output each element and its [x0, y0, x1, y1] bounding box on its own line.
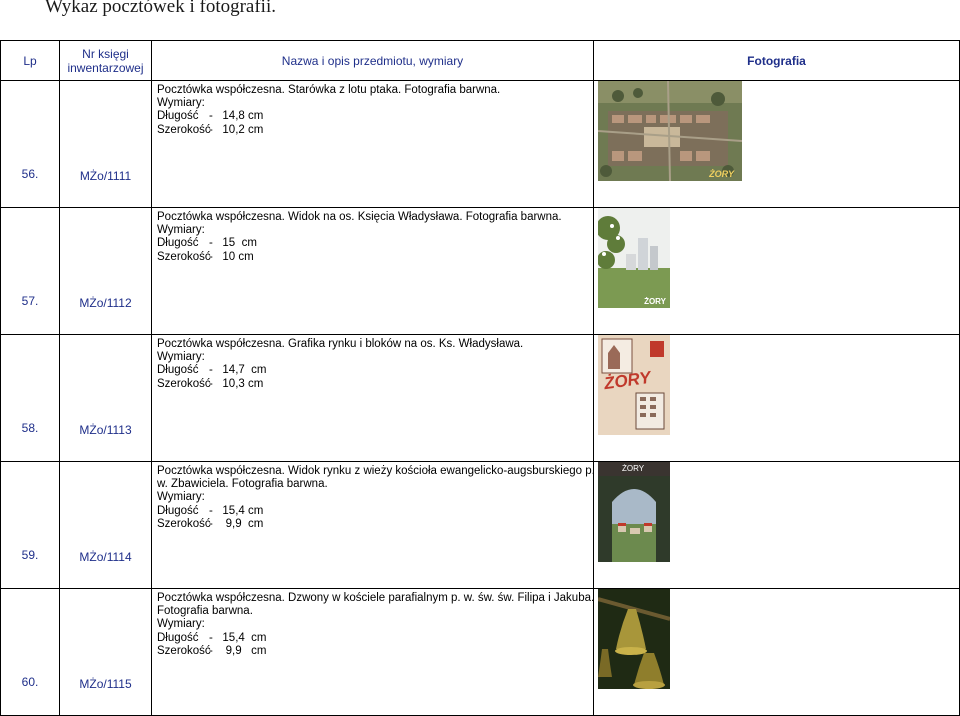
desc-line: w. Zbawiciela. Fotografia barwna.: [157, 478, 328, 491]
desc-wymiary: Wymiary:: [157, 618, 205, 631]
szerokosc-value: - 10 cm: [209, 250, 254, 263]
desc-line: Pocztówka współczesna. Starówka z lotu p…: [157, 84, 501, 96]
desc-line: Pocztówka współczesna. Widok na os. Księ…: [157, 211, 562, 223]
row-lp: 58.: [0, 334, 60, 462]
dlugosc-value: - 15,4 cm: [209, 631, 267, 644]
row-lp: 56.: [0, 80, 60, 208]
row-photo-cell: ŻORY: [593, 207, 960, 335]
szerokosc-label: Szerokość: [157, 250, 211, 263]
row-description: Pocztówka współczesna. Grafika rynku i b…: [151, 334, 594, 462]
dlugosc-value: - 14,7 cm: [209, 364, 267, 377]
szerokosc-value: - 10,3 cm: [209, 377, 264, 390]
row-description: Pocztówka współczesna. Widok rynku z wie…: [151, 461, 595, 589]
szerokosc-value: - 9,9 cm: [209, 517, 264, 530]
szerokosc-label: Szerokość: [157, 644, 211, 657]
table-row: 59. MŻo/1114 Pocztówka współczesna. Wido…: [0, 461, 960, 589]
table-row: 56. MŻo/1111 Pocztówka współczesna. Star…: [0, 80, 960, 208]
postcard-estate-photo: ŻORY: [598, 208, 670, 308]
desc-line: Pocztówka współczesna. Dzwony w kościele…: [157, 592, 595, 604]
dlugosc-label: Długość: [157, 504, 199, 517]
desc-line: Fotografia barwna.: [157, 605, 253, 618]
dlugosc-label: Długość: [157, 237, 199, 250]
row-nr: MŻo/1112: [59, 207, 152, 335]
inventory-table: Lp Nr księgi inwentarzowej Nazwa i opis …: [0, 40, 960, 716]
row-nr: MŻo/1111: [59, 80, 152, 208]
table-header-row: Lp Nr księgi inwentarzowej Nazwa i opis …: [0, 40, 960, 81]
desc-wymiary: Wymiary:: [157, 224, 205, 237]
dlugosc-label: Długość: [157, 364, 199, 377]
row-nr: MŻo/1113: [59, 334, 152, 462]
row-lp: 57.: [0, 207, 60, 335]
table-row: 58. MŻo/1113 Pocztówka współczesna. Graf…: [0, 334, 960, 462]
row-description: Pocztówka współczesna. Widok na os. Księ…: [151, 207, 594, 335]
header-photo: Fotografia: [593, 40, 960, 81]
desc-wymiary: Wymiary:: [157, 351, 205, 364]
desc-line: Pocztówka współczesna. Widok rynku z wie…: [157, 465, 595, 477]
photo-label: ŻORY: [644, 297, 666, 306]
dlugosc-value: - 14,8 cm: [209, 110, 264, 123]
header-desc: Nazwa i opis przedmiotu, wymiary: [151, 40, 594, 81]
postcard-graphic-photo: ŻORY: [598, 335, 670, 435]
szerokosc-label: Szerokość: [157, 377, 211, 390]
header-nr: Nr księgi inwentarzowej: [59, 40, 152, 81]
row-nr: MŻo/1115: [59, 588, 152, 716]
desc-wymiary: Wymiary:: [157, 491, 205, 504]
desc-line: Pocztówka współczesna. Grafika rynku i b…: [157, 338, 524, 350]
dlugosc-value: - 15 cm: [209, 237, 257, 250]
photo-label: ŻORY: [709, 169, 734, 179]
row-nr: MŻo/1114: [59, 461, 152, 589]
row-photo-cell: ŻORY: [593, 80, 960, 208]
szerokosc-label: Szerokość: [157, 123, 211, 136]
table-row: 57. MŻo/1112 Pocztówka współczesna. Wido…: [0, 207, 960, 335]
row-lp: 60.: [0, 588, 60, 716]
row-photo-cell: ŻORY: [593, 334, 960, 462]
photo-label: ŻORY: [622, 464, 645, 473]
row-description: Pocztówka współczesna. Dzwony w kościele…: [151, 588, 595, 716]
row-lp: 59.: [0, 461, 60, 589]
szerokosc-label: Szerokość: [157, 517, 211, 530]
postcard-bells-photo: [598, 589, 670, 689]
page-title: Wykaz pocztówek i fotografii.: [45, 0, 276, 17]
postcard-aerial-photo: ŻORY: [598, 81, 742, 181]
szerokosc-value: - 10,2 cm: [209, 123, 264, 136]
row-photo-cell: ŻORY: [593, 461, 960, 589]
szerokosc-value: - 9,9 cm: [209, 644, 267, 657]
postcard-tower-view-photo: ŻORY: [598, 462, 670, 562]
row-description: Pocztówka współczesna. Starówka z lotu p…: [151, 80, 594, 208]
dlugosc-label: Długość: [157, 110, 199, 123]
header-lp: Lp: [0, 40, 60, 81]
dlugosc-value: - 15,4 cm: [209, 504, 264, 517]
desc-wymiary: Wymiary:: [157, 97, 205, 110]
table-row: 60. MŻo/1115 Pocztówka współczesna. Dzwo…: [0, 588, 960, 716]
dlugosc-label: Długość: [157, 631, 199, 644]
row-photo-cell: [593, 588, 960, 716]
